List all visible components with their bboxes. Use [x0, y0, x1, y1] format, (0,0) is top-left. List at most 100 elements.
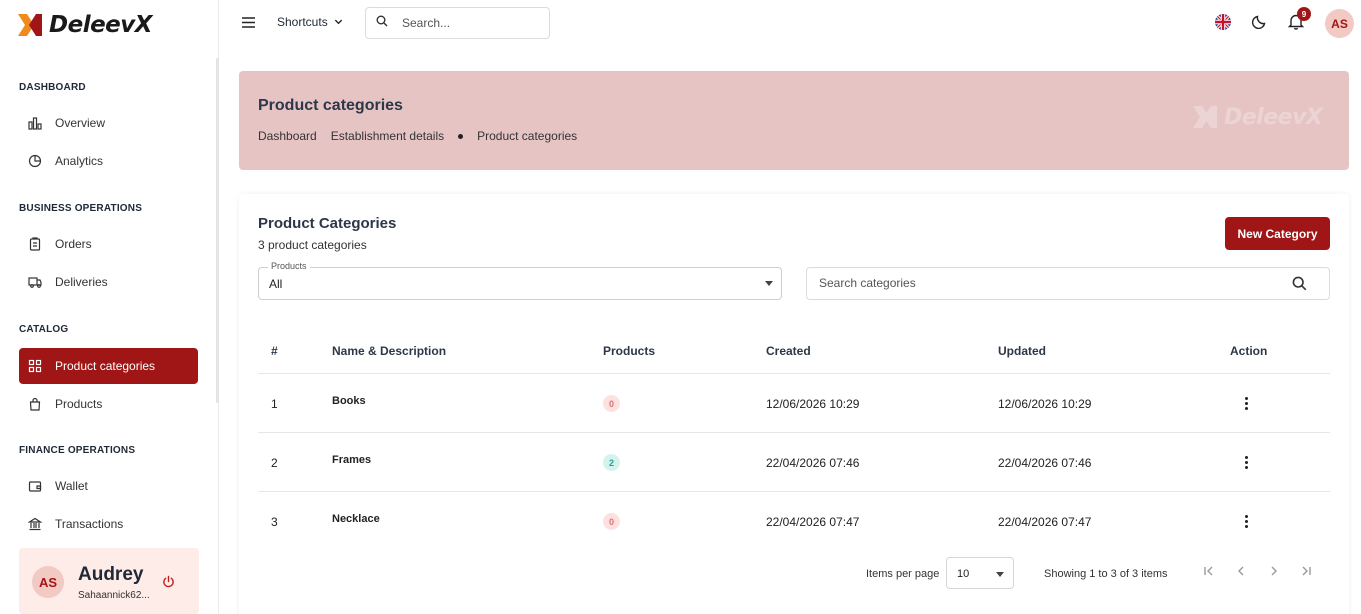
row-created: 22/04/2026 07:46 [766, 456, 860, 470]
sidebar-item-product-categories[interactable]: Product categories [19, 348, 198, 384]
brand-name: DeleevX [49, 12, 153, 38]
breadcrumb-establishment-details[interactable]: Establishment details [331, 129, 444, 143]
products-filter-select[interactable]: Products All [258, 261, 782, 300]
sidebar-item-label: Transactions [55, 517, 124, 531]
clipboard-icon [28, 237, 42, 251]
section-finance-operations: FINANCE OPERATIONS [19, 445, 136, 456]
category-search-input[interactable] [819, 276, 1279, 290]
previous-page-icon[interactable] [1234, 564, 1248, 583]
chevron-down-icon [334, 15, 343, 29]
section-dashboard: DASHBOARD [19, 82, 86, 93]
row-number: 1 [271, 397, 278, 411]
products-count-badge: 2 [603, 454, 620, 471]
column-header-created: Created [766, 344, 811, 358]
logo-mark-icon [1193, 106, 1217, 128]
wallet-icon [28, 479, 42, 493]
bank-icon [28, 517, 42, 531]
row-number: 2 [271, 456, 278, 470]
sidebar-item-deliveries[interactable]: Deliveries [19, 264, 198, 300]
last-page-icon[interactable] [1299, 564, 1313, 583]
products-filter-label: Products [268, 261, 310, 271]
sidebar-item-label: Orders [55, 237, 92, 251]
row-updated: 22/04/2026 07:46 [998, 456, 1092, 470]
breadcrumb-separator [458, 133, 464, 139]
shortcuts-dropdown[interactable]: Shortcuts [277, 15, 343, 29]
row-actions-kebab-icon[interactable] [1243, 456, 1249, 469]
sidebar-item-analytics[interactable]: Analytics [19, 143, 198, 179]
category-search [806, 267, 1330, 300]
sidebar: DeleevX DASHBOARD Overview Analytics BUS… [0, 0, 219, 614]
categories-card: Product Categories 3 product categories … [239, 194, 1349, 614]
moon-icon[interactable] [1251, 13, 1268, 34]
row-name[interactable]: Frames [332, 454, 371, 466]
sidebar-item-label: Wallet [55, 479, 88, 493]
products-count-badge: 0 [603, 395, 620, 412]
sidebar-item-label: Analytics [55, 154, 104, 168]
user-card: AS Audrey Sahaannick62... [19, 548, 199, 614]
breadcrumb: Dashboard Establishment details Product … [258, 129, 577, 143]
row-number: 3 [271, 515, 278, 529]
products-filter-value: All [269, 277, 283, 291]
avatar[interactable]: AS [1325, 9, 1354, 38]
new-category-button[interactable]: New Category [1225, 217, 1330, 250]
sidebar-item-label: Deliveries [55, 275, 108, 289]
breadcrumb-dashboard[interactable]: Dashboard [258, 129, 317, 143]
row-updated: 12/06/2026 10:29 [998, 397, 1092, 411]
caret-down-icon [765, 281, 773, 286]
items-per-page-select[interactable]: 10 [946, 557, 1014, 589]
search-icon[interactable] [1292, 276, 1307, 296]
header-divider [258, 373, 1330, 374]
column-header-action: Action [1230, 344, 1268, 358]
avatar[interactable]: AS [32, 566, 64, 598]
truck-icon [28, 275, 42, 289]
items-per-page-value: 10 [957, 568, 970, 580]
search-icon [376, 14, 388, 32]
breadcrumb-current: Product categories [477, 129, 578, 143]
sidebar-scrollbar[interactable] [216, 58, 219, 403]
page-header-banner: Product categories Dashboard Establishme… [239, 71, 1349, 170]
first-page-icon[interactable] [1202, 564, 1216, 583]
menu-icon[interactable] [241, 15, 256, 35]
sidebar-item-products[interactable]: Products [19, 386, 198, 422]
row-divider [258, 491, 1330, 492]
products-count-badge: 0 [603, 513, 620, 530]
row-name[interactable]: Books [332, 395, 366, 407]
brand-watermark: DeleevX [1192, 104, 1323, 130]
bag-icon [28, 397, 42, 411]
row-divider [258, 432, 1330, 433]
notification-badge: 9 [1297, 7, 1311, 21]
sidebar-item-label: Overview [55, 116, 106, 130]
row-created: 12/06/2026 10:29 [766, 397, 860, 411]
sidebar-item-label: Products [55, 397, 103, 411]
sidebar-item-wallet[interactable]: Wallet [19, 468, 198, 504]
watermark-text: DeleevX [1224, 104, 1323, 130]
grid-icon [28, 359, 42, 373]
card-subtitle: 3 product categories [258, 238, 367, 252]
caret-down-icon [996, 572, 1004, 577]
pagination-status: Showing 1 to 3 of 3 items [1044, 568, 1168, 580]
column-header-name: Name & Description [332, 344, 447, 358]
row-actions-kebab-icon[interactable] [1243, 515, 1249, 528]
power-icon[interactable] [162, 575, 175, 593]
next-page-icon[interactable] [1267, 564, 1281, 583]
row-name[interactable]: Necklace [332, 513, 380, 525]
uk-flag-icon[interactable] [1214, 13, 1232, 36]
column-header-updated: Updated [998, 344, 1046, 358]
search-input[interactable] [402, 16, 542, 30]
column-header-products: Products [603, 344, 656, 358]
column-header-number: # [271, 344, 278, 358]
section-business-operations: BUSINESS OPERATIONS [19, 203, 143, 214]
card-title: Product Categories [258, 215, 397, 232]
items-per-page-label: Items per page [866, 568, 940, 580]
sidebar-item-orders[interactable]: Orders [19, 226, 198, 262]
brand-logo[interactable]: DeleevX [17, 12, 153, 38]
section-catalog: CATALOG [19, 324, 69, 335]
pie-chart-icon [28, 154, 42, 168]
page-title: Product categories [258, 97, 403, 114]
row-created: 22/04/2026 07:47 [766, 515, 860, 529]
sidebar-item-transactions[interactable]: Transactions [19, 506, 198, 542]
user-handle: Sahaannick62... [78, 590, 150, 601]
row-actions-kebab-icon[interactable] [1243, 397, 1249, 410]
sidebar-item-overview[interactable]: Overview [19, 105, 198, 141]
user-name: Audrey [78, 564, 144, 585]
